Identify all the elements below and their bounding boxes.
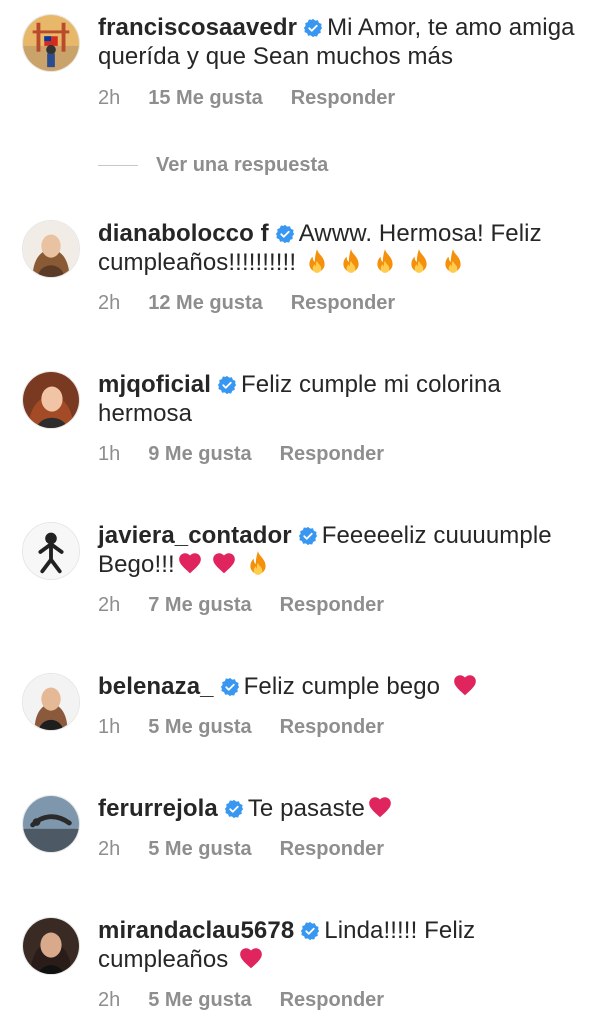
comment-meta: 2h 7 Me gusta Responder xyxy=(98,594,412,617)
likes-count[interactable]: 5 Me gusta xyxy=(148,989,251,1011)
fire-icon xyxy=(372,248,398,274)
fire-icon xyxy=(338,248,364,274)
reply-button[interactable]: Responder xyxy=(280,594,384,616)
likes-count[interactable]: 15 Me gusta xyxy=(148,87,262,109)
avatar[interactable] xyxy=(22,795,80,853)
avatar[interactable] xyxy=(22,14,80,72)
verified-badge-icon xyxy=(275,224,295,244)
fire-icon xyxy=(440,248,466,274)
comment-text-block: ferurrejola Te pasaste xyxy=(98,794,578,823)
comment-meta: 1h 9 Me gusta Responder xyxy=(98,443,412,466)
comment-text-block: franciscosaavedr Mi Amor, te amo amiga qu… xyxy=(98,13,578,71)
comment-text: Feliz cumple bego xyxy=(243,673,441,700)
verified-badge-icon xyxy=(300,921,320,941)
username[interactable]: belenaza_ xyxy=(98,673,214,700)
avatar[interactable] xyxy=(22,522,80,580)
comment-text-block: mjqoficial Feliz cumple mi colorina hermo… xyxy=(98,370,578,428)
view-replies-label[interactable]: Ver una respuesta xyxy=(156,154,328,177)
divider-line xyxy=(98,164,138,166)
reply-button[interactable]: Responder xyxy=(280,989,384,1011)
verified-badge-icon xyxy=(298,526,318,546)
avatar[interactable] xyxy=(22,220,80,278)
comment-text: Te pasaste xyxy=(247,795,365,822)
verified-badge-icon xyxy=(303,18,323,38)
likes-count[interactable]: 9 Me gusta xyxy=(148,443,251,465)
comment-text-block: javiera_contador Feeeeeliz cuuuumple Bego… xyxy=(98,521,578,579)
heart-icon xyxy=(367,794,393,820)
timestamp: 2h xyxy=(98,292,121,314)
heart-icon xyxy=(211,550,237,576)
heart-icon xyxy=(177,550,203,576)
reply-button[interactable]: Responder xyxy=(291,292,395,314)
timestamp: 2h xyxy=(98,838,121,860)
reply-button[interactable]: Responder xyxy=(280,838,384,860)
timestamp: 1h xyxy=(98,443,121,465)
fire-icon xyxy=(406,248,432,274)
heart-icon xyxy=(452,672,478,698)
verified-badge-icon xyxy=(220,677,240,697)
timestamp: 2h xyxy=(98,87,121,109)
avatar[interactable] xyxy=(22,673,80,731)
fire-icon xyxy=(304,248,330,274)
view-replies-button[interactable]: Ver una respuesta xyxy=(98,152,328,178)
likes-count[interactable]: 5 Me gusta xyxy=(148,716,251,738)
username[interactable]: mjqoficial xyxy=(98,371,211,398)
comment-text-block: mirandaclau5678 Linda!!!!! Feliz cumpleañ… xyxy=(98,916,578,974)
comment-meta: 2h 15 Me gusta Responder xyxy=(98,87,423,110)
comment-meta: 2h 5 Me gusta Responder xyxy=(98,989,412,1012)
comment-meta: 1h 5 Me gusta Responder xyxy=(98,716,412,739)
comment-text-block: belenaza_ Feliz cumple bego xyxy=(98,672,578,701)
timestamp: 2h xyxy=(98,989,121,1011)
reply-button[interactable]: Responder xyxy=(291,87,395,109)
comment-meta: 2h 5 Me gusta Responder xyxy=(98,838,412,861)
comment-text-block: dianabolocco f Awww. Hermosa! Feliz cumpl… xyxy=(98,219,578,277)
username[interactable]: dianabolocco f xyxy=(98,220,269,247)
reply-button[interactable]: Responder xyxy=(280,716,384,738)
avatar[interactable] xyxy=(22,371,80,429)
verified-badge-icon xyxy=(224,799,244,819)
username[interactable]: mirandaclau5678 xyxy=(98,917,294,944)
likes-count[interactable]: 12 Me gusta xyxy=(148,292,262,314)
verified-badge-icon xyxy=(217,375,237,395)
timestamp: 2h xyxy=(98,594,121,616)
username[interactable]: javiera_contador xyxy=(98,522,292,549)
likes-count[interactable]: 5 Me gusta xyxy=(148,838,251,860)
heart-icon xyxy=(238,945,264,971)
likes-count[interactable]: 7 Me gusta xyxy=(148,594,251,616)
fire-icon xyxy=(245,550,271,576)
comment-meta: 2h 12 Me gusta Responder xyxy=(98,292,423,315)
reply-button[interactable]: Responder xyxy=(280,443,384,465)
username[interactable]: franciscosaavedr xyxy=(98,14,297,41)
timestamp: 1h xyxy=(98,716,121,738)
username[interactable]: ferurrejola xyxy=(98,795,218,822)
avatar[interactable] xyxy=(22,917,80,975)
